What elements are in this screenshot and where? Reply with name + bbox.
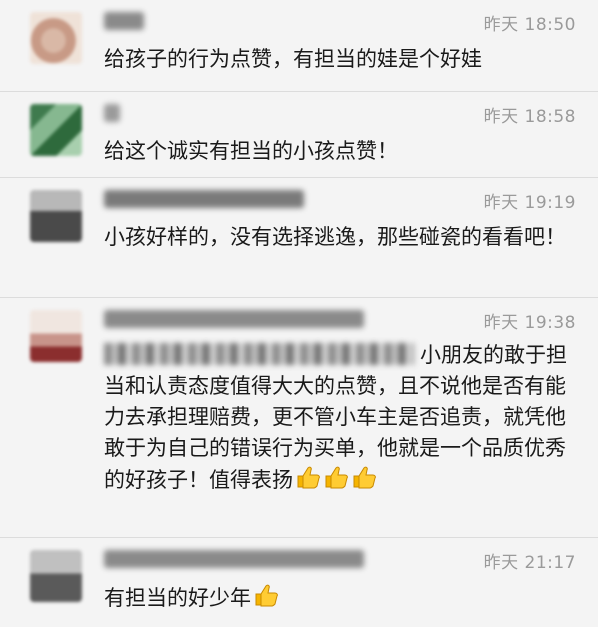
- thumbs-up-icon: [351, 464, 377, 499]
- comment-time: 昨天 21:17: [483, 553, 576, 573]
- comment-time: 昨天 18:58: [483, 107, 576, 127]
- avatar[interactable]: [30, 550, 82, 602]
- comment-text: 给这个诚实有担当的小孩点赞！: [104, 139, 398, 163]
- comment-time: 昨天 19:19: [483, 193, 576, 213]
- thumbs-up-icon: [253, 582, 279, 617]
- thumbs-up-icon: [323, 464, 349, 499]
- username-blurred[interactable]: [104, 12, 144, 30]
- comment-list: 昨天 18:50 给孩子的行为点赞，有担当的娃是个好娃 昨天 18:58 给这个…: [0, 0, 598, 627]
- comment-item[interactable]: 昨天 18:58 给这个诚实有担当的小孩点赞！: [0, 92, 598, 178]
- comment-item[interactable]: 昨天 19:19 小孩好样的，没有选择逃逸，那些碰瓷的看看吧！: [0, 178, 598, 298]
- comment-item[interactable]: 昨天 21:17 有担当的好少年: [0, 538, 598, 627]
- comment-text: 小朋友的敢于担当和认责态度值得大大的点赞，且不说他是否有能力去承担理赔费，更不管…: [104, 340, 578, 499]
- username-blurred[interactable]: [104, 310, 364, 328]
- avatar[interactable]: [30, 310, 82, 362]
- username-blurred[interactable]: [104, 190, 304, 208]
- username-blurred[interactable]: [104, 550, 364, 568]
- comment-text-body: 有担当的好少年: [104, 586, 251, 610]
- username-blurred[interactable]: [104, 104, 120, 122]
- comment-text: 给孩子的行为点赞，有担当的娃是个好娃: [104, 47, 482, 71]
- avatar[interactable]: [30, 104, 82, 156]
- comment-text-first-line: 小朋友的敢于: [420, 343, 546, 367]
- comment-text: 小孩好样的，没有选择逃逸，那些碰瓷的看看吧！: [104, 225, 566, 249]
- blurred-text: [104, 343, 414, 365]
- avatar[interactable]: [30, 12, 82, 64]
- comment-time: 昨天 19:38: [483, 313, 576, 333]
- comment-item[interactable]: 昨天 19:38 小朋友的敢于担当和认责态度值得大大的点赞，且不说他是否有能力去…: [0, 298, 598, 538]
- comment-text: 有担当的好少年: [104, 582, 578, 617]
- thumbs-up-icon: [295, 464, 321, 499]
- avatar[interactable]: [30, 190, 82, 242]
- comment-time: 昨天 18:50: [483, 15, 576, 35]
- comment-item[interactable]: 昨天 18:50 给孩子的行为点赞，有担当的娃是个好娃: [0, 0, 598, 92]
